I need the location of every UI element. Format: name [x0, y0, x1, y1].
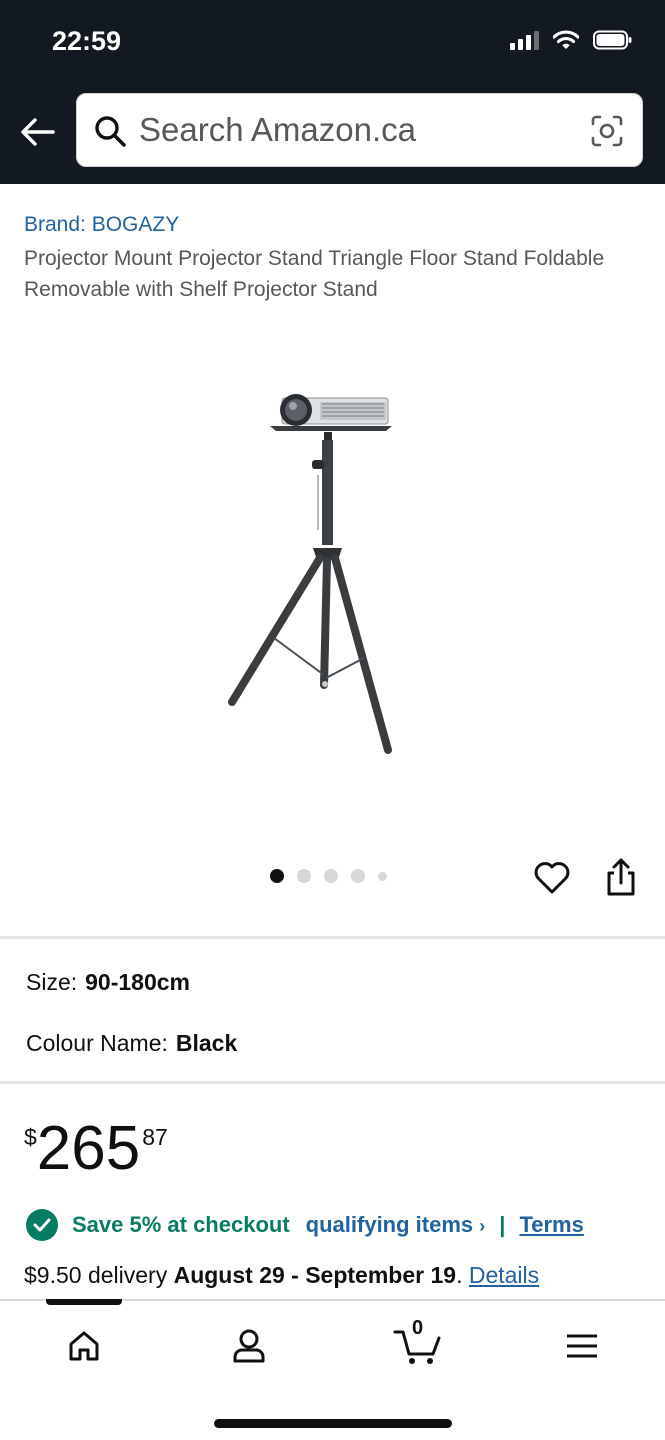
home-icon — [69, 1331, 99, 1361]
carousel-dot-2[interactable] — [297, 869, 311, 883]
nav-home[interactable] — [59, 1323, 109, 1369]
heart-icon — [534, 862, 570, 894]
user-icon — [233, 1329, 265, 1363]
nav-account[interactable] — [224, 1323, 274, 1369]
colour-label: Colour Name: — [26, 1030, 168, 1056]
back-button[interactable] — [18, 110, 58, 154]
promo-separator: | — [499, 1212, 506, 1237]
nav-cart[interactable]: 0 — [390, 1317, 446, 1369]
active-tab-indicator — [46, 1299, 122, 1305]
back-arrow-icon — [21, 118, 55, 146]
add-to-list-button[interactable] — [532, 858, 572, 898]
status-time: 22:59 — [52, 26, 122, 56]
section-divider — [0, 1081, 665, 1084]
qualifying-items-link[interactable]: qualifying items › — [306, 1212, 486, 1238]
wifi-icon — [553, 30, 579, 49]
nav-menu[interactable] — [557, 1323, 607, 1369]
cart-count: 0 — [412, 1317, 424, 1339]
delivery-info: $9.50 delivery August 29 - September 19.… — [24, 1262, 539, 1289]
delivery-details-link[interactable]: Details — [469, 1262, 539, 1288]
camera-search-icon[interactable] — [590, 114, 624, 148]
terms-link[interactable]: Terms — [519, 1212, 583, 1238]
price-fraction: 87 — [142, 1124, 168, 1150]
brand-link[interactable]: Brand: BOGAZY — [24, 213, 179, 237]
app-header: 22:59 — [0, 0, 665, 184]
share-button[interactable] — [602, 856, 640, 898]
qualifying-items-label: qualifying items — [305, 1212, 474, 1237]
section-divider — [0, 936, 665, 939]
carousel-dot-3[interactable] — [324, 869, 338, 883]
colour-row[interactable]: Colour Name: Black — [26, 1030, 237, 1057]
promo-save-text: Save 5% at checkout — [72, 1212, 290, 1237]
product-image[interactable] — [210, 380, 410, 760]
share-icon — [607, 858, 635, 896]
search-input[interactable] — [139, 106, 569, 154]
product-price: $ 265 87 — [24, 1118, 168, 1180]
delivery-prefix: $9.50 delivery — [24, 1262, 174, 1288]
price-whole: 265 — [36, 1114, 141, 1183]
delivery-dates: August 29 - September 19 — [173, 1262, 457, 1288]
home-indicator — [214, 1419, 452, 1428]
size-row[interactable]: Size: 90-180cm — [26, 969, 190, 996]
carousel-dot-5[interactable] — [378, 871, 387, 881]
status-icons — [510, 30, 633, 50]
coupon-promo: Save 5% at checkout qualifying items › |… — [26, 1209, 584, 1241]
battery-icon — [593, 30, 632, 50]
hamburger-menu-icon — [567, 1334, 597, 1358]
size-label: Size: — [26, 969, 78, 995]
product-title: Projector Mount Projector Stand Triangle… — [24, 247, 605, 301]
checkmark-icon — [26, 1209, 58, 1241]
carousel-dot-4[interactable] — [351, 869, 365, 883]
price-currency: $ — [24, 1124, 37, 1150]
chevron-right-icon: › — [479, 1216, 486, 1236]
search-bar[interactable] — [76, 93, 643, 167]
size-value: 90-180cm — [85, 969, 190, 995]
carousel-dot-1[interactable] — [270, 869, 284, 883]
bottom-nav: 0 — [0, 1299, 665, 1440]
search-icon — [95, 116, 126, 147]
colour-value: Black — [175, 1030, 238, 1056]
delivery-suffix: . — [456, 1262, 469, 1288]
cellular-signal-icon — [510, 30, 539, 50]
image-carousel-dots[interactable] — [270, 869, 387, 883]
